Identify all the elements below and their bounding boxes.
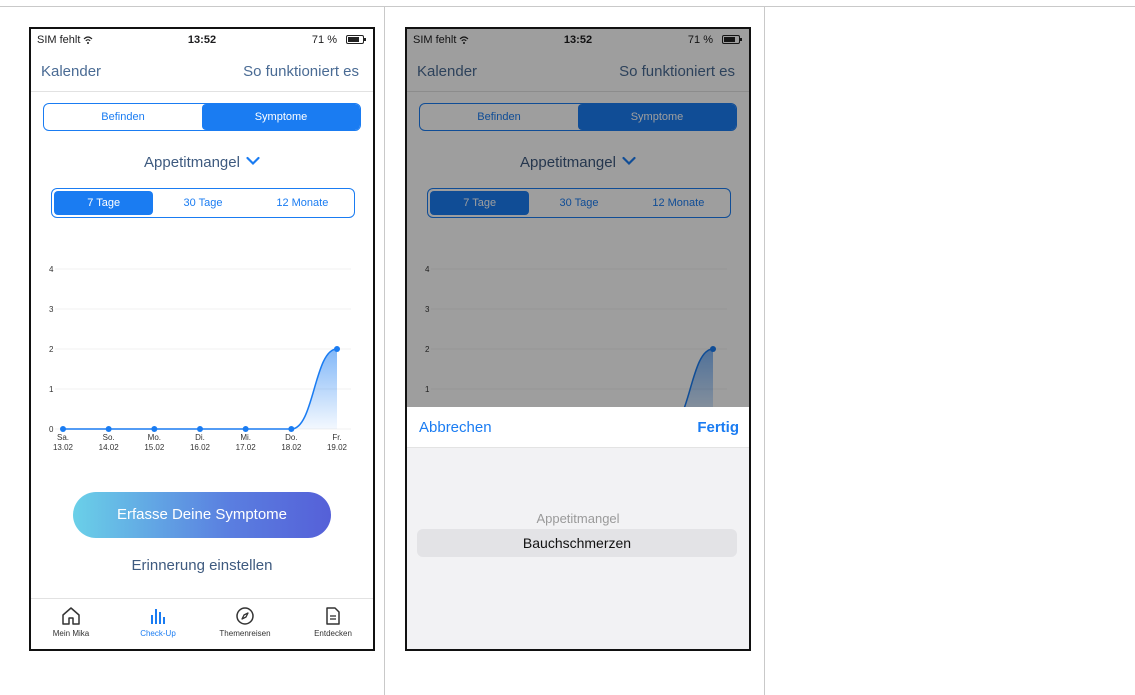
y-tick-label: 2 xyxy=(49,345,54,354)
picker-option-selected[interactable]: Bauchschmerzen xyxy=(417,529,737,557)
x-tick-label: Do. 18.02 xyxy=(281,433,302,452)
range-7-days[interactable]: 7 Tage xyxy=(54,191,154,215)
top-border xyxy=(0,6,1135,7)
tab-label: Entdecken xyxy=(314,629,352,638)
symptom-picker-label: Appetitmangel xyxy=(144,154,240,171)
chart-data-point xyxy=(60,426,66,432)
bar-chart-icon xyxy=(151,609,165,624)
cancel-button[interactable]: Abbrechen xyxy=(419,419,492,436)
how-it-works-link[interactable]: So funktioniert es xyxy=(243,63,359,80)
log-symptoms-button[interactable]: Erfasse Deine Symptome xyxy=(73,492,331,538)
y-tick-label: 0 xyxy=(49,425,54,434)
status-bar: SIM fehlt 13:52 71 % xyxy=(31,29,373,51)
tab-label: Check-Up xyxy=(140,629,176,638)
chart-data-point xyxy=(151,426,158,432)
compass-icon xyxy=(236,607,254,625)
battery-icon xyxy=(346,35,366,44)
y-tick-label: 4 xyxy=(49,265,54,274)
x-tick-label: Fr. 19.02 xyxy=(327,433,348,452)
column-divider-1 xyxy=(384,6,385,695)
chart-data-point xyxy=(197,426,203,432)
x-tick-label: So. 14.02 xyxy=(99,433,120,452)
segment-befinden[interactable]: Befinden xyxy=(44,104,202,130)
y-tick-label: 3 xyxy=(49,305,54,314)
segment-symptome[interactable]: Symptome xyxy=(202,104,360,130)
tab-themenreisen[interactable]: Themenreisen xyxy=(205,605,285,638)
nav-divider xyxy=(31,91,373,92)
chevron-down-icon xyxy=(246,156,260,166)
picker-toolbar: Abbrechen Fertig xyxy=(407,407,749,448)
phone-screen-picker: SIM fehlt 13:52 71 % Kalender So funktio… xyxy=(405,27,751,651)
tab-entdecken[interactable]: Entdecken xyxy=(293,605,373,638)
range-segment-control: 7 Tage 30 Tage 12 Monate xyxy=(51,188,355,218)
column-divider-2 xyxy=(764,6,765,695)
nav-bar: Kalender So funktioniert es xyxy=(31,59,373,85)
phone-screen-checkup: SIM fehlt 13:52 71 % Kalender So funktio… xyxy=(29,27,375,651)
calendar-link[interactable]: Kalender xyxy=(41,63,101,80)
picker-option[interactable]: Appetitmangel xyxy=(407,511,749,526)
tab-label: Mein Mika xyxy=(52,629,90,638)
y-tick-label: 1 xyxy=(49,385,54,394)
chart-data-point xyxy=(288,426,295,432)
set-reminder-link[interactable]: Erinnerung einstellen xyxy=(31,557,373,574)
x-tick-label: Mo. 15.02 xyxy=(144,433,165,452)
picker-sheet: Abbrechen Fertig Appetitmangel Bauchschm… xyxy=(407,407,749,649)
chart-data-point xyxy=(334,346,340,352)
main-segment-control: Befinden Symptome xyxy=(43,103,361,131)
home-icon xyxy=(62,607,80,625)
chart-data-point xyxy=(105,426,112,432)
symptom-picker-button[interactable]: Appetitmangel xyxy=(31,154,373,171)
chart-data-point xyxy=(242,426,249,432)
range-30-days[interactable]: 30 Tage xyxy=(153,191,252,215)
range-12-months[interactable]: 12 Monate xyxy=(253,191,352,215)
done-button[interactable]: Fertig xyxy=(697,419,739,436)
battery-percent: 71 % xyxy=(311,34,337,46)
tab-mein-mika[interactable]: Mein Mika xyxy=(31,605,111,638)
tab-label: Themenreisen xyxy=(219,629,271,638)
x-tick-label: Sa. 13.02 xyxy=(53,433,74,452)
tab-check-up[interactable]: Check-Up xyxy=(118,605,198,638)
x-tick-label: Mi. 17.02 xyxy=(236,433,257,452)
x-tick-label: Di. 16.02 xyxy=(190,433,211,452)
document-icon xyxy=(326,607,340,625)
symptom-chart: 0 1 2 3 4 Sa. 13.02 So. 14.02 Mo. 15.02 Di. 16.02 Mi… xyxy=(49,265,351,452)
tab-bar: Mein Mika Check-Up Themenreisen Entdecke… xyxy=(31,598,373,649)
